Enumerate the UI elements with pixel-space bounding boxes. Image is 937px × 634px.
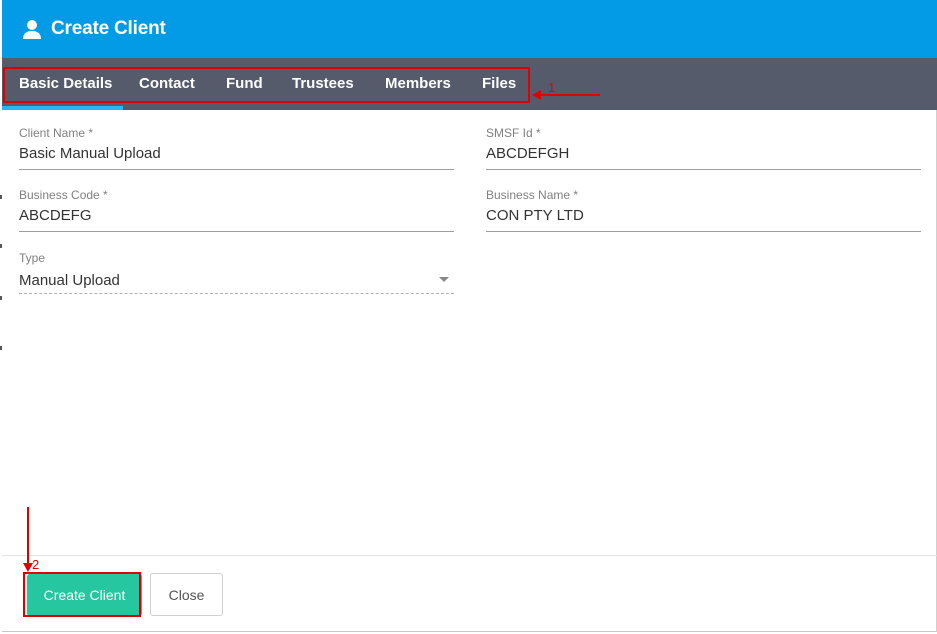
annotation-number-1: 1 [548, 80, 556, 95]
business-code-label: Business Code * [19, 188, 108, 202]
annotation-box-tabs [3, 67, 530, 103]
chevron-down-icon[interactable] [439, 277, 449, 282]
background-edge-mark [0, 296, 2, 300]
type-underline [19, 293, 454, 294]
business-code-underline [19, 231, 454, 232]
dialog-header: Create Client [2, 0, 937, 58]
annotation-box-create [23, 572, 141, 617]
business-code-input[interactable]: ABCDEFG [19, 207, 454, 224]
background-edge-mark [0, 346, 2, 350]
background-edge-mark [0, 244, 2, 248]
business-name-field[interactable]: Business Name * CON PTY LTD [486, 188, 921, 232]
annotation-number-2: 2 [32, 557, 40, 572]
type-selected-value[interactable]: Manual Upload [19, 272, 454, 289]
active-tab-indicator [2, 106, 123, 110]
business-name-label: Business Name * [486, 188, 579, 202]
type-label: Type [19, 251, 46, 265]
smsf-id-field[interactable]: SMSF Id * ABCDEFGH [486, 126, 921, 170]
client-name-field[interactable]: Client Name * Basic Manual Upload [19, 126, 454, 170]
type-select[interactable]: Type Manual Upload [19, 251, 454, 295]
business-name-input[interactable]: CON PTY LTD [486, 207, 921, 224]
annotation-arrow-1 [532, 90, 600, 100]
person-icon [21, 18, 43, 40]
close-button[interactable]: Close [150, 573, 223, 616]
dialog-title: Create Client [51, 18, 166, 39]
business-name-underline [486, 231, 921, 232]
client-name-underline [19, 169, 454, 170]
background-edge-mark [0, 195, 2, 199]
client-name-input[interactable]: Basic Manual Upload [19, 145, 454, 162]
smsf-id-underline [486, 169, 921, 170]
smsf-id-input[interactable]: ABCDEFGH [486, 145, 921, 162]
client-name-label: Client Name * [19, 126, 94, 140]
business-code-field[interactable]: Business Code * ABCDEFG [19, 188, 454, 232]
footer-divider [2, 555, 937, 556]
smsf-id-label: SMSF Id * [486, 126, 541, 140]
